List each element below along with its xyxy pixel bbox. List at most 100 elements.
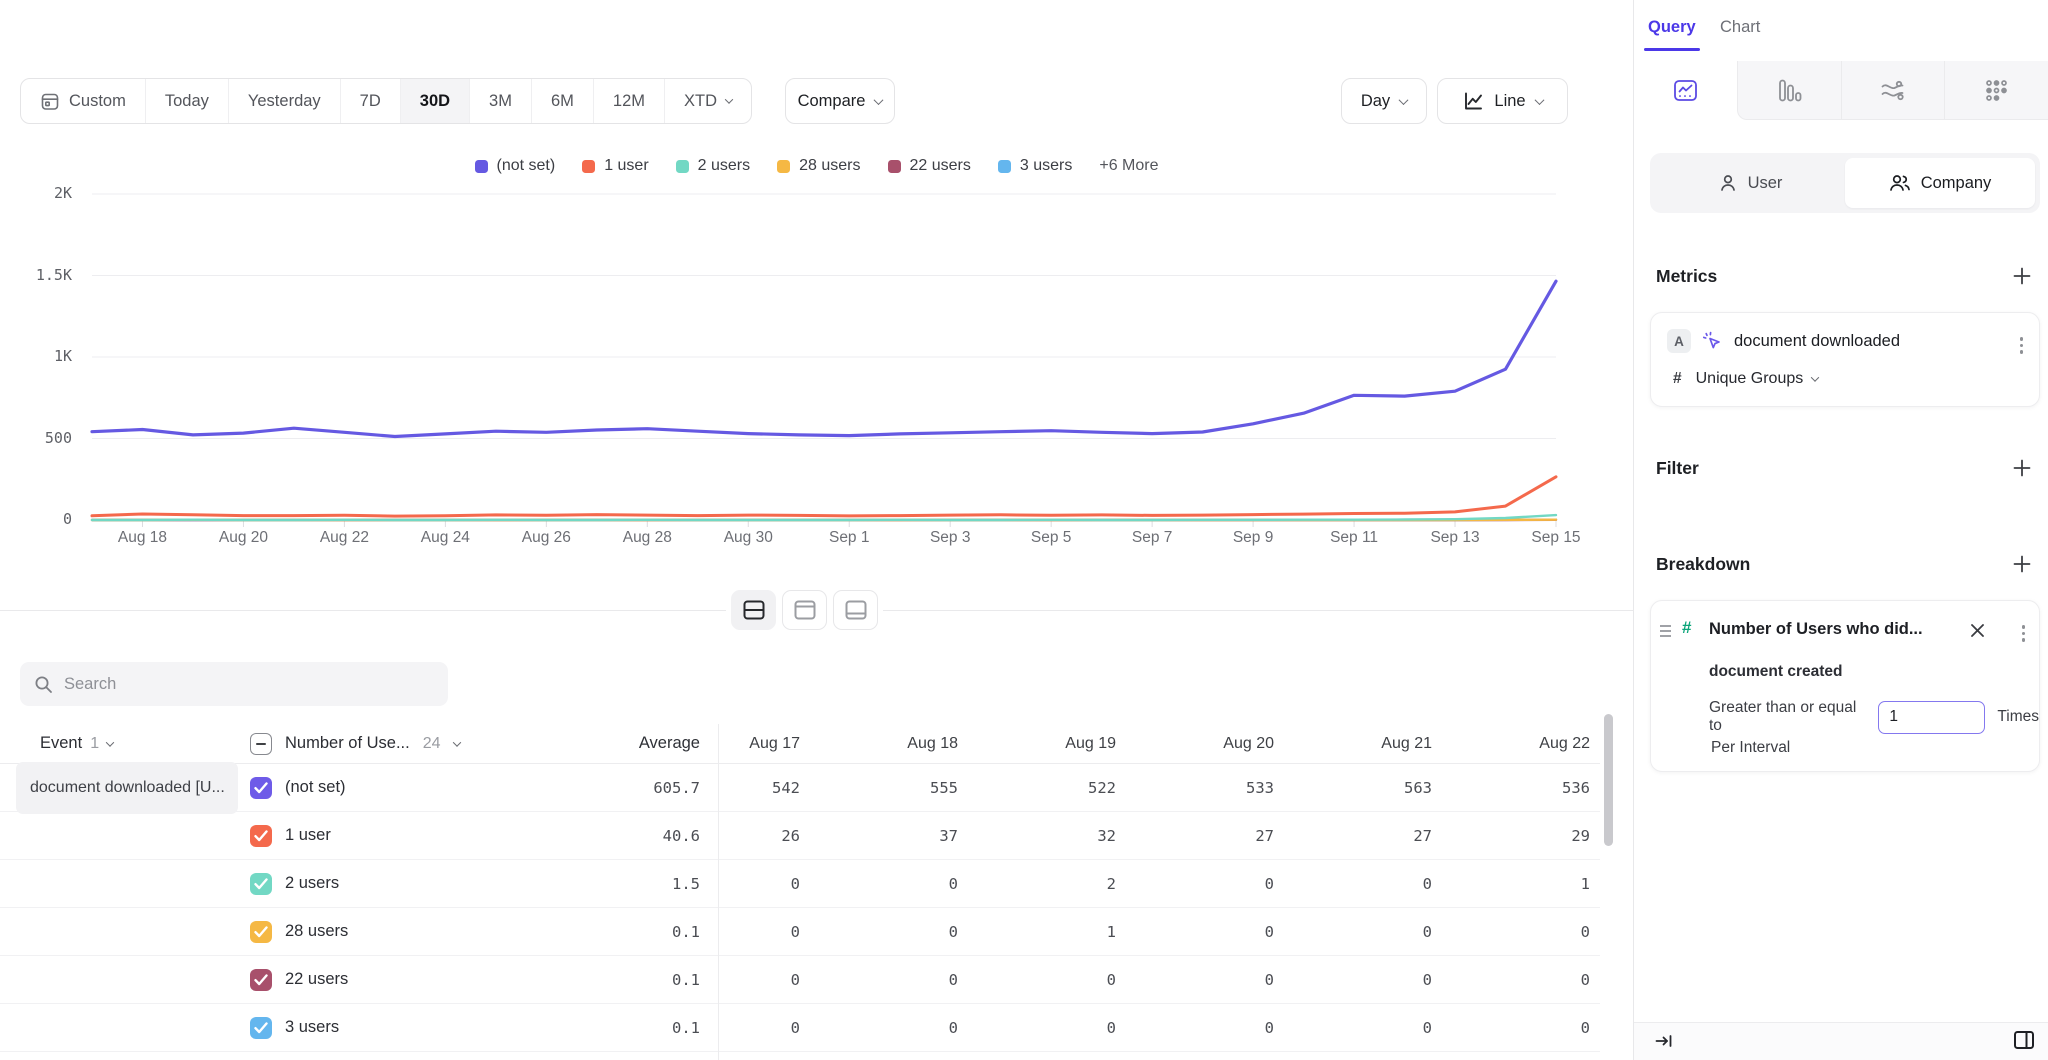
series-label: 2 users xyxy=(285,874,339,893)
series-label: 3 users xyxy=(285,1018,339,1037)
measure-dropdown[interactable]: Unique Groups xyxy=(1696,370,1819,388)
chevron-down-icon xyxy=(452,738,460,746)
layout-split-button[interactable] xyxy=(731,590,776,630)
condition-value-input[interactable] xyxy=(1878,701,1985,734)
x-axis-tick-label: Sep 7 xyxy=(1132,529,1173,547)
tab-bar-chart-icon[interactable] xyxy=(1737,61,1841,120)
add-filter-button[interactable] xyxy=(2008,454,2036,482)
x-axis-tick-label: Sep 13 xyxy=(1430,529,1479,547)
metric-card[interactable]: A document downloaded # Unique Groups xyxy=(1650,312,2040,407)
metrics-section-title: Metrics xyxy=(1656,266,1717,287)
tab-query[interactable]: Query xyxy=(1648,18,1696,37)
date-column-header[interactable]: Aug 17 xyxy=(700,735,858,753)
select-all-checkbox[interactable] xyxy=(250,733,272,755)
x-axis-tick-label: Aug 24 xyxy=(421,529,470,547)
cell-value: 1 xyxy=(1490,875,1600,893)
event-count: 1 xyxy=(90,735,99,753)
cell-value: 0 xyxy=(1332,1019,1490,1037)
event-list-item[interactable]: document downloaded [U... xyxy=(16,762,238,814)
date-column-header[interactable]: Aug 18 xyxy=(858,735,1016,753)
cell-value: 563 xyxy=(1332,779,1490,797)
toggle-company-label: Company xyxy=(1921,174,1992,193)
drag-handle-icon[interactable] xyxy=(1660,625,1671,637)
y-axis-tick-label: 2K xyxy=(14,184,72,202)
condition-unit-label: Times xyxy=(1997,708,2039,726)
date-column-header[interactable]: Aug 21 xyxy=(1332,735,1490,753)
x-axis-tick-label: Sep 1 xyxy=(829,529,870,547)
collapse-panel-icon[interactable] xyxy=(1654,1031,1674,1051)
breakdown-event-name[interactable]: document created xyxy=(1709,663,1843,681)
cell-value: 0 xyxy=(1490,923,1600,941)
x-axis-tick-label: Aug 22 xyxy=(320,529,369,547)
cell-value: 542 xyxy=(700,779,858,797)
condition-label: Greater than or equal to xyxy=(1709,699,1866,735)
breakdown-condition-row: Greater than or equal to Times xyxy=(1709,699,2039,735)
breakdown-section-title: Breakdown xyxy=(1656,554,1750,575)
series-column-header[interactable]: Number of Use... 24 xyxy=(240,733,560,755)
event-cell: document downloaded [U... xyxy=(0,762,240,814)
cell-value: 0 xyxy=(700,875,858,893)
y-axis-tick-label: 0 xyxy=(14,510,72,528)
group-type-toggle: User Company xyxy=(1650,153,2040,213)
breakdown-title[interactable]: Number of Users who did... xyxy=(1709,620,1923,639)
x-axis-tick-label: Aug 30 xyxy=(724,529,773,547)
tab-line-chart-icon[interactable] xyxy=(1634,61,1737,120)
series-cell: 2 users xyxy=(240,873,560,895)
layout-table-only-button[interactable] xyxy=(833,590,878,630)
panel-tabs: Query Chart xyxy=(1634,0,2048,61)
main-pane: CustomTodayYesterday7D30D3M6M12MXTD Comp… xyxy=(0,0,1633,1060)
cell-value: 0 xyxy=(1016,1019,1174,1037)
metric-event-name[interactable]: document downloaded xyxy=(1734,332,1900,351)
series-label: 1 user xyxy=(285,826,331,845)
series-checkbox[interactable] xyxy=(250,777,272,799)
series-count: 24 xyxy=(423,735,441,753)
y-axis-tick-label: 1K xyxy=(14,347,72,365)
date-column-header[interactable]: Aug 19 xyxy=(1016,735,1174,753)
metric-measure-row: # Unique Groups xyxy=(1673,370,1818,388)
series-checkbox[interactable] xyxy=(250,969,272,991)
toggle-company[interactable]: Company xyxy=(1845,158,2035,208)
toggle-user[interactable]: User xyxy=(1655,158,1845,208)
cell-value: 0 xyxy=(858,971,1016,989)
cell-value: 29 xyxy=(1490,827,1600,845)
series-cell: 1 user xyxy=(240,825,560,847)
series-label: (not set) xyxy=(285,778,346,797)
table-row: 2 users1.5002001 xyxy=(0,860,1600,908)
cell-value: 0 xyxy=(1174,923,1332,941)
table-row: 22 users0.1000000 xyxy=(0,956,1600,1004)
cell-value: 0 xyxy=(700,923,858,941)
series-line-1-user xyxy=(92,477,1556,516)
series-checkbox[interactable] xyxy=(250,921,272,943)
measure-type-prefix: # xyxy=(1673,370,1682,388)
toggle-side-panel-icon[interactable] xyxy=(2012,1028,2036,1052)
tab-scatter-grid-icon[interactable] xyxy=(1944,61,2048,120)
average-column-header[interactable]: Average xyxy=(560,734,700,753)
average-value: 0.1 xyxy=(560,923,700,941)
metric-menu-kebab[interactable] xyxy=(2016,333,2028,358)
series-checkbox[interactable] xyxy=(250,825,272,847)
add-breakdown-button[interactable] xyxy=(2008,550,2036,578)
table-body: document downloaded [U... (not set)605.7… xyxy=(0,764,1600,1052)
breakdown-menu-kebab[interactable] xyxy=(2018,621,2030,646)
tab-chart[interactable]: Chart xyxy=(1720,18,1760,37)
date-column-header[interactable]: Aug 20 xyxy=(1174,735,1332,753)
table-scrollbar[interactable] xyxy=(1604,714,1613,846)
date-column-header[interactable]: Aug 22 xyxy=(1490,735,1600,753)
average-value: 40.6 xyxy=(560,827,700,845)
series-cell: 3 users xyxy=(240,1017,560,1039)
series-checkbox[interactable] xyxy=(250,1017,272,1039)
close-icon[interactable] xyxy=(1968,621,1987,640)
search-input[interactable] xyxy=(64,675,434,694)
series-label: 22 users xyxy=(285,970,348,989)
cell-value: 32 xyxy=(1016,827,1174,845)
add-metric-button[interactable] xyxy=(2008,262,2036,290)
layout-chart-only-button[interactable] xyxy=(782,590,827,630)
series-checkbox[interactable] xyxy=(250,873,272,895)
cell-value: 27 xyxy=(1174,827,1332,845)
event-column-header[interactable]: Event 1 xyxy=(0,734,240,753)
cell-value: 555 xyxy=(858,779,1016,797)
tab-flow-chart-icon[interactable] xyxy=(1841,61,1945,120)
cell-value: 533 xyxy=(1174,779,1332,797)
cell-value: 0 xyxy=(1490,1019,1600,1037)
per-interval-label[interactable]: Per Interval xyxy=(1711,739,1790,757)
